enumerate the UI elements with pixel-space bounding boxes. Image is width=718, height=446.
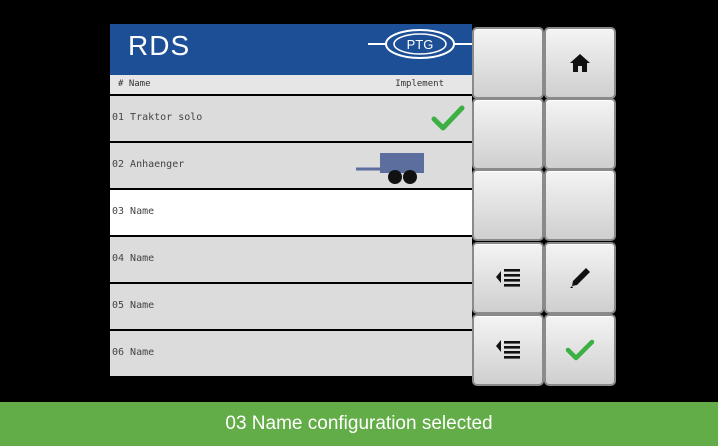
- edit-button[interactable]: [544, 242, 616, 314]
- blank-button-2[interactable]: [472, 98, 544, 170]
- move-down-icon: [496, 340, 520, 359]
- blank-button-4[interactable]: [472, 169, 544, 241]
- caption-text: 03 Name configuration selected: [225, 413, 493, 434]
- blank-button-1[interactable]: [472, 27, 544, 99]
- svg-text:PTG: PTG: [407, 37, 434, 52]
- configuration-list: 01 Traktor solo 02 Anhaenger 03 Name 04 …: [110, 96, 472, 378]
- list-item-02[interactable]: 02 Anhaenger: [110, 143, 472, 188]
- trailer-icon: [356, 153, 424, 184]
- check-icon: [565, 339, 595, 361]
- blank-button-5[interactable]: [544, 169, 616, 241]
- column-number-name: # Name: [118, 79, 151, 89]
- home-button[interactable]: [544, 27, 616, 99]
- list-item-01[interactable]: 01 Traktor solo: [110, 96, 472, 141]
- list-item-03[interactable]: 03 Name: [110, 190, 472, 235]
- terminal-screen: RDS PTG # Name Implement 01 Traktor solo…: [110, 24, 616, 386]
- list-item-label: 04 Name: [112, 253, 155, 264]
- move-up-icon: [496, 269, 520, 287]
- list-item-label: 05 Name: [112, 300, 155, 311]
- move-down-button[interactable]: [472, 314, 544, 386]
- confirm-button[interactable]: [544, 314, 616, 386]
- header-bar: RDS PTG: [110, 24, 472, 75]
- column-implement: Implement: [395, 79, 444, 89]
- list-item-label: 02 Anhaenger: [112, 159, 185, 170]
- ptg-logo: PTG: [368, 29, 472, 59]
- list-item-label: 01 Traktor solo: [112, 112, 203, 123]
- list-item-04[interactable]: 04 Name: [110, 237, 472, 282]
- list-item-05[interactable]: 05 Name: [110, 284, 472, 329]
- pencil-icon: [570, 268, 590, 288]
- column-header: # Name Implement: [110, 75, 472, 94]
- app-title: RDS: [128, 30, 191, 61]
- move-up-button[interactable]: [472, 242, 544, 314]
- caption-bar: 03 Name configuration selected: [0, 402, 718, 446]
- check-icon: [431, 105, 465, 131]
- home-icon: [570, 54, 590, 72]
- list-item-label: 06 Name: [112, 347, 155, 358]
- list-item-06[interactable]: 06 Name: [110, 331, 472, 376]
- list-item-label: 03 Name: [112, 206, 155, 217]
- blank-button-3[interactable]: [544, 98, 616, 170]
